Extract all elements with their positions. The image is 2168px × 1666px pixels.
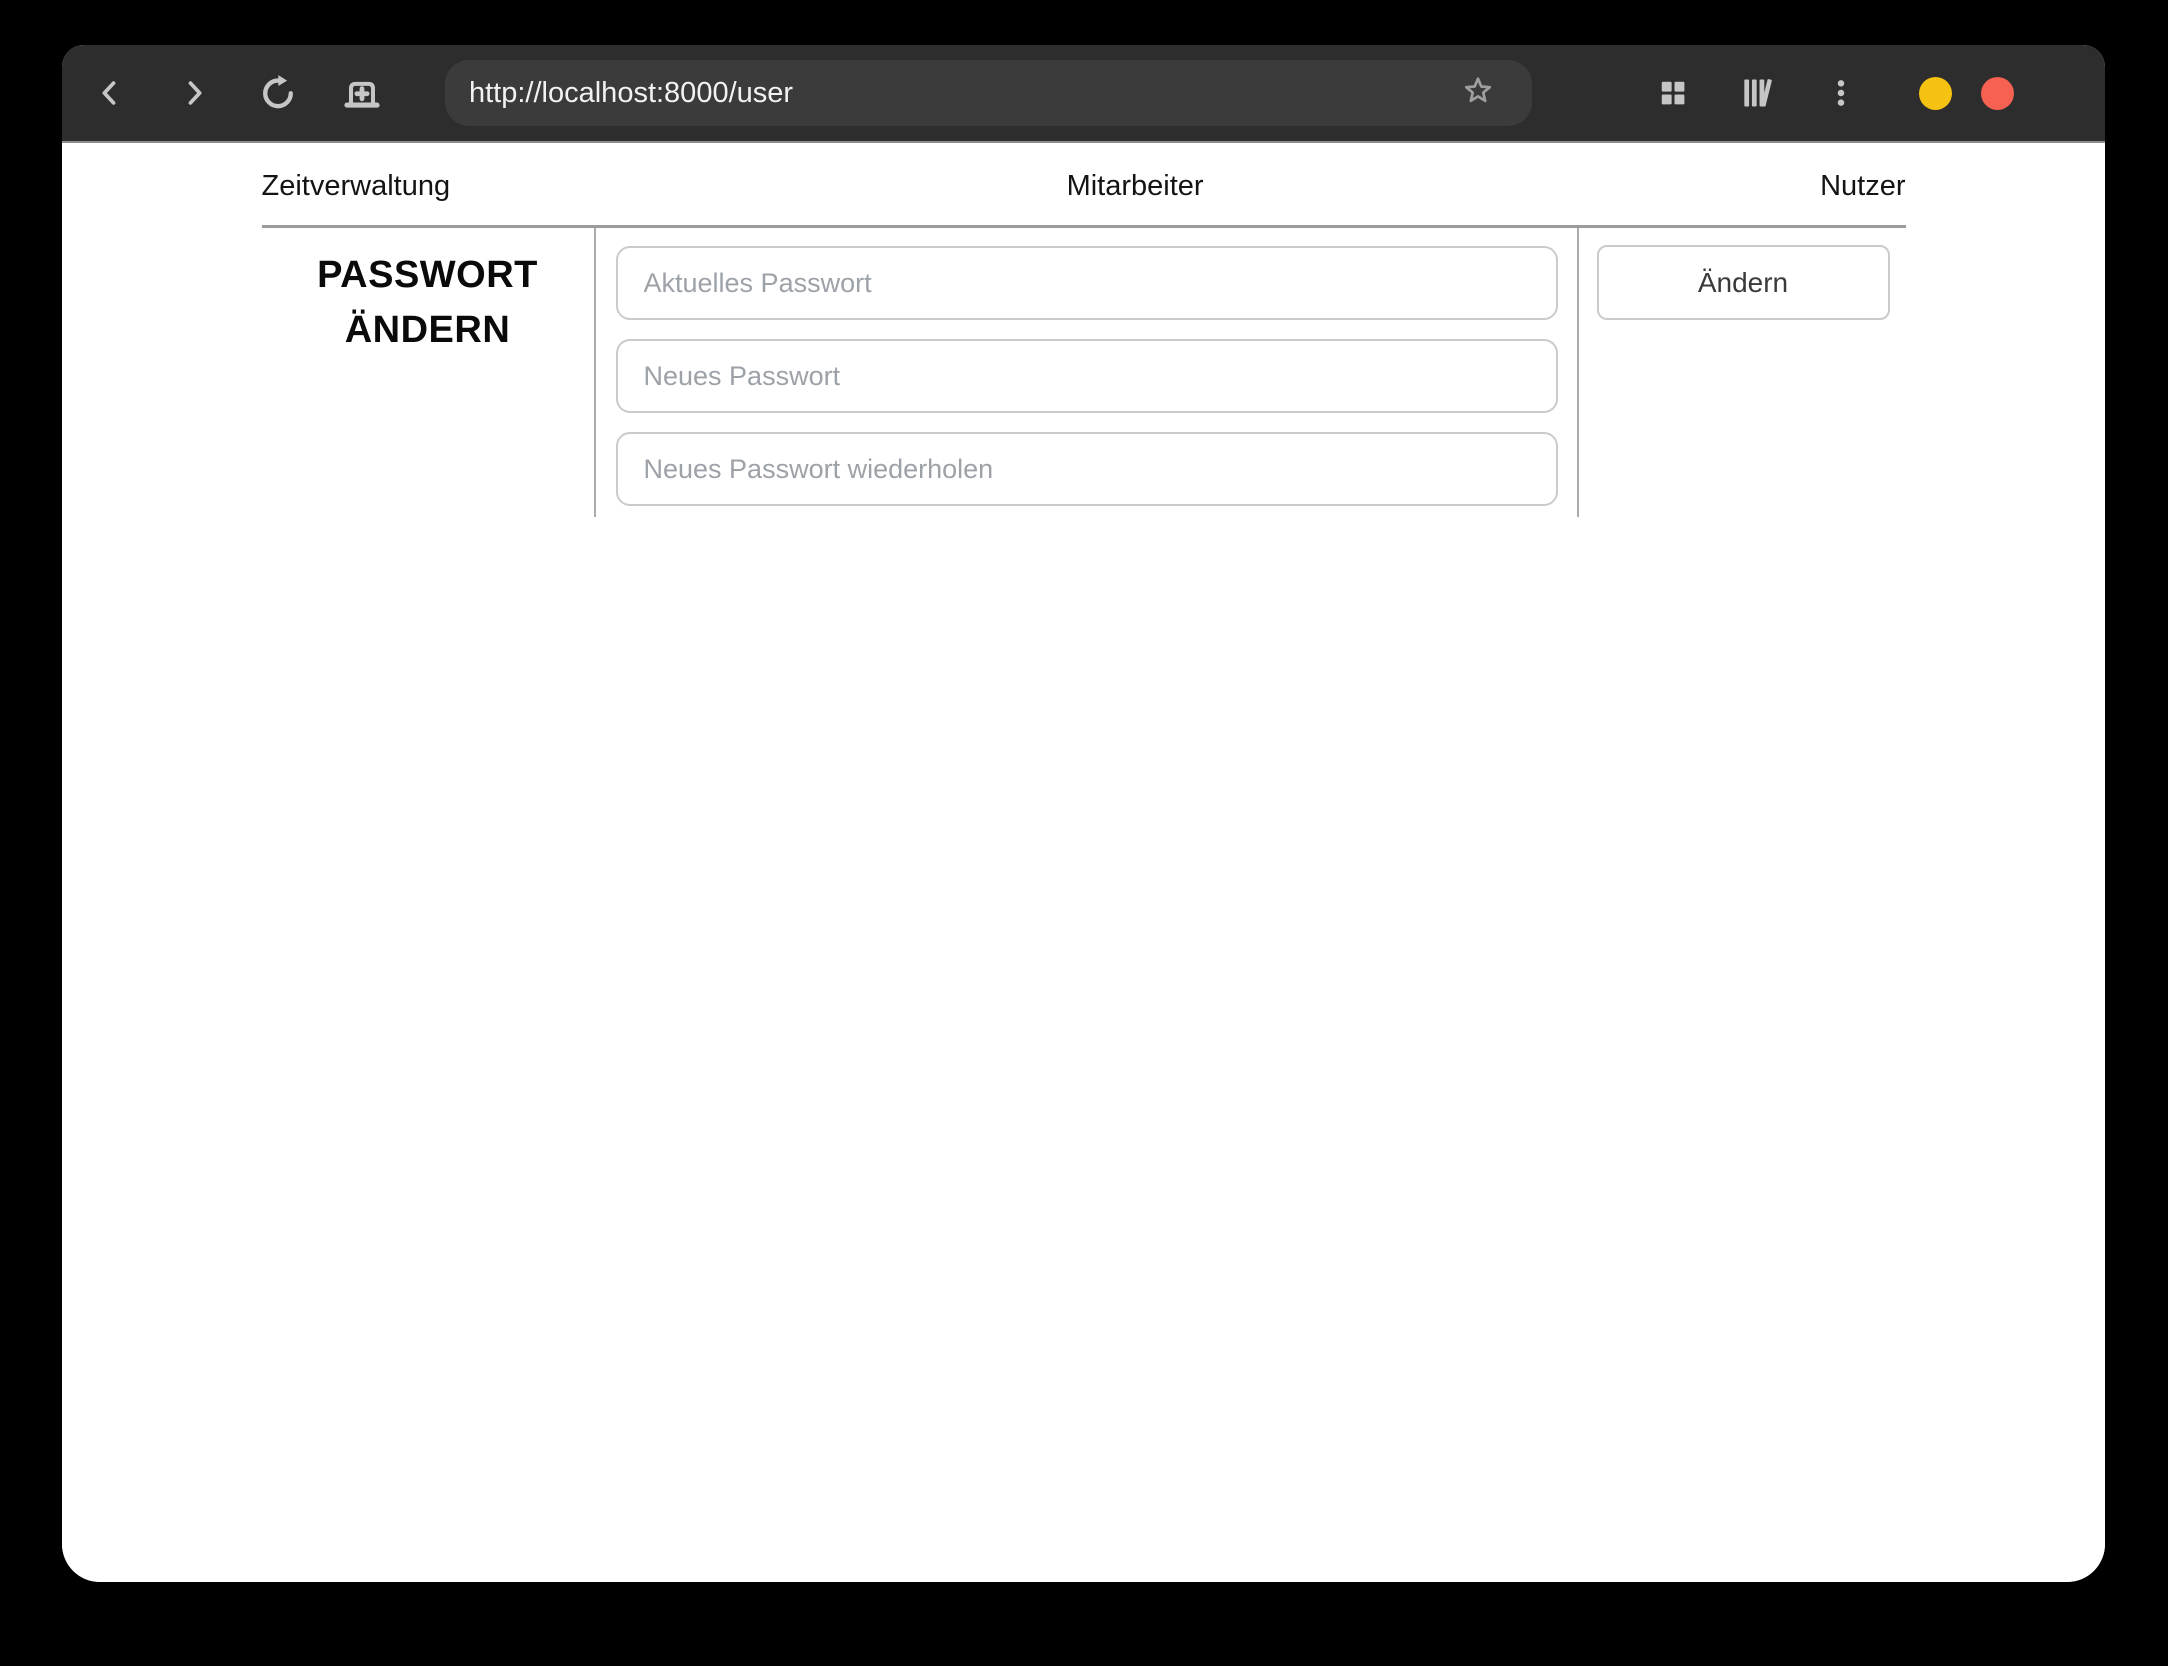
password-form xyxy=(593,228,1579,517)
url-input[interactable] xyxy=(467,75,1431,111)
browser-toolbar xyxy=(62,45,2105,143)
change-password-button[interactable]: Ändern xyxy=(1596,245,1890,320)
heading-column: PASSWORT ÄNDERN xyxy=(262,228,594,517)
new-tab-button[interactable] xyxy=(334,65,390,121)
new-tab-icon xyxy=(340,71,384,115)
back-button[interactable] xyxy=(82,65,138,121)
bookmark-button[interactable] xyxy=(1458,73,1498,113)
chevron-left-icon xyxy=(93,76,127,110)
star-icon xyxy=(1460,73,1496,114)
nav-item-nutzer[interactable]: Nutzer xyxy=(1820,168,1905,204)
library-button[interactable] xyxy=(1729,65,1785,121)
close-window-button[interactable] xyxy=(1981,76,2014,110)
browser-window: Zeitverwaltung Mitarbeiter Nutzer PASSWO… xyxy=(62,45,2105,1582)
current-password-field[interactable] xyxy=(615,246,1558,320)
action-column: Ändern xyxy=(1579,228,1906,517)
main-menu-button[interactable] xyxy=(1813,65,1869,121)
reload-icon xyxy=(257,72,299,114)
address-bar[interactable] xyxy=(445,60,1532,126)
top-navigation: Zeitverwaltung Mitarbeiter Nutzer xyxy=(261,143,1906,228)
password-section: PASSWORT ÄNDERN Ändern xyxy=(262,228,1906,517)
page-body: Zeitverwaltung Mitarbeiter Nutzer PASSWO… xyxy=(62,143,2105,1582)
new-password-field[interactable] xyxy=(615,339,1558,413)
minimize-window-button[interactable] xyxy=(1919,76,1952,110)
chevron-right-icon xyxy=(177,76,211,110)
tab-overview-button[interactable] xyxy=(1645,65,1701,121)
reload-button[interactable] xyxy=(250,65,306,121)
nav-item-mitarbeiter[interactable]: Mitarbeiter xyxy=(1067,168,1204,204)
grid-icon xyxy=(1655,75,1691,111)
kebab-menu-icon xyxy=(1824,76,1858,110)
repeat-password-field[interactable] xyxy=(615,432,1558,506)
nav-item-zeitverwaltung[interactable]: Zeitverwaltung xyxy=(262,168,451,204)
forward-button[interactable] xyxy=(166,65,222,121)
page-title: PASSWORT ÄNDERN xyxy=(317,254,538,351)
library-icon xyxy=(1738,74,1776,112)
